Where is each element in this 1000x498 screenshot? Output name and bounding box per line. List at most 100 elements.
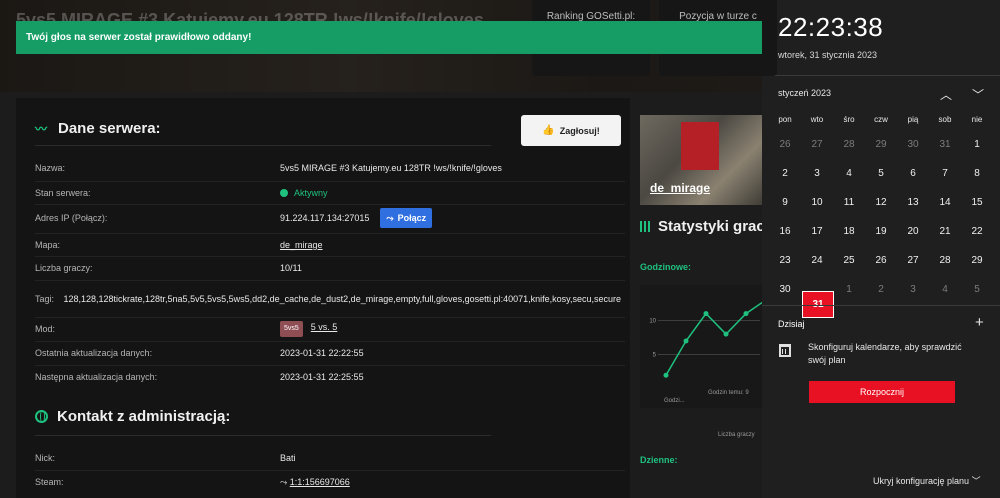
calendar-day[interactable]: 28 [833, 132, 865, 158]
status-value: Aktywny [294, 187, 328, 198]
tags-label: Tagi: [35, 293, 55, 304]
calendar-day[interactable]: 30 [897, 132, 929, 158]
calendar-day[interactable]: 26 [769, 132, 801, 158]
calendar-day[interactable]: 5 [961, 277, 993, 303]
name-value: 5vs5 MIRAGE #3 Katujemy.eu 128TR !ws/!kn… [280, 163, 502, 173]
map-thumbnail-detail [681, 122, 719, 170]
connect-button[interactable]: ⤳ Połącz [380, 208, 433, 228]
add-event-icon[interactable]: + [975, 314, 984, 331]
weekday-header: wto [810, 115, 824, 124]
chevron-up-icon[interactable]: ︿ [940, 86, 952, 103]
calendar-day[interactable]: 6 [897, 161, 929, 187]
calendar-day[interactable]: 22 [961, 219, 993, 245]
steam-label: Steam: [35, 476, 64, 487]
calendar-day[interactable]: 7 [929, 161, 961, 187]
calendar-day[interactable]: 18 [833, 219, 865, 245]
calendar-day[interactable]: 31 [929, 132, 961, 158]
calendar-day[interactable]: 27 [801, 132, 833, 158]
calendar-day[interactable]: 27 [897, 248, 929, 274]
chart-point[interactable] [683, 338, 689, 344]
bar-chart-icon [640, 221, 650, 232]
calendar-day[interactable]: 11 [833, 190, 865, 216]
calendar-day[interactable]: 8 [961, 161, 993, 187]
row-status: Stan serwera: Aktywny [35, 181, 625, 203]
chart-point[interactable] [723, 331, 729, 337]
chevron-down-icon: ﹀ [971, 476, 981, 486]
connect-icon: ⤳ [386, 213, 394, 223]
calendar-day[interactable]: 1 [833, 277, 865, 303]
clock-date[interactable]: wtorek, 31 stycznia 2023 [778, 50, 877, 60]
calendar-day[interactable]: 5 [865, 161, 897, 187]
ip-label: Adres IP (Połącz): [35, 213, 108, 223]
chart-series-line [665, 299, 767, 376]
calendar-flyout: 22:23:38 wtorek, 31 stycznia 2023 stycze… [762, 0, 1000, 498]
steam-link[interactable]: 1:1:156697066 [290, 477, 350, 487]
mod-link[interactable]: 5 vs. 5 [311, 322, 338, 332]
calendar-day[interactable]: 19 [865, 219, 897, 245]
weekday-header: sob [938, 115, 952, 124]
calendar-day[interactable]: 20 [897, 219, 929, 245]
calendar-day[interactable]: 4 [833, 161, 865, 187]
calendar-day[interactable]: 25 [833, 248, 865, 274]
weekday-header: pon [778, 115, 792, 124]
row-nick: Nick: Bati [35, 448, 625, 468]
month-title[interactable]: styczeń 2023 [778, 88, 831, 98]
start-button[interactable]: Rozpocznij [809, 381, 955, 403]
row-players: Liczba graczy: 10/11 [35, 256, 625, 279]
weekday-header: czw [874, 115, 888, 124]
chart-point[interactable] [743, 311, 749, 317]
ranking-label: Ranking GOSetti.pl: [546, 11, 636, 22]
chart-y-tick: 5 [653, 353, 657, 359]
map-name-link[interactable]: de_mirage [650, 181, 710, 195]
calendar-day[interactable]: 2 [865, 277, 897, 303]
row-next-update: Następna aktualizacja danych: 2023-01-31… [35, 365, 625, 388]
status-dot-icon [280, 188, 288, 197]
map-link[interactable]: de_mirage [280, 239, 625, 251]
chart-point[interactable] [663, 372, 669, 378]
calendar-day[interactable]: 12 [865, 190, 897, 216]
row-name: Nazwa: 5vs5 MIRAGE #3 Katujemy.eu 128TR … [35, 158, 625, 178]
calendar-day[interactable]: 30 [769, 277, 801, 303]
calendar-day[interactable]: 3 [801, 161, 833, 187]
steam-icon: ⤳ [280, 476, 290, 487]
chevron-down-icon[interactable]: ﹀ [972, 86, 984, 103]
calendar-day[interactable]: 10 [801, 190, 833, 216]
hide-plan-label: Ukryj konfigurację planu [873, 476, 970, 486]
calendar-day[interactable]: 4 [929, 277, 961, 303]
last-update-value: 2023-01-31 22:22:55 [280, 348, 364, 358]
vote-button[interactable]: 👍 Zagłosuj! [521, 115, 621, 146]
calendar-day[interactable]: 9 [769, 190, 801, 216]
ip-value: 91.224.117.134:27015 [280, 213, 370, 223]
calendar-day[interactable]: 3 [897, 277, 929, 303]
chart-point[interactable] [703, 311, 709, 317]
calendar-day[interactable]: 29 [865, 132, 897, 158]
calendar-day[interactable]: 1 [961, 132, 993, 158]
clock-time: 22:23:38 [778, 12, 884, 42]
calendar-day[interactable]: 17 [801, 219, 833, 245]
calendar-day[interactable]: 15 [961, 190, 993, 216]
calendar-day[interactable]: 16 [769, 219, 801, 245]
next-update-value: 2023-01-31 22:25:55 [280, 372, 364, 382]
row-ip: Adres IP (Połącz): 91.224.117.134:27015 ⤳… [35, 204, 625, 231]
calendar-day[interactable]: 13 [897, 190, 929, 216]
calendar-day[interactable]: 28 [929, 248, 961, 274]
connect-button-label: Połącz [397, 213, 427, 223]
calendar-day[interactable]: 24 [801, 248, 833, 274]
calendar-day[interactable]: 21 [929, 219, 961, 245]
last-update-label: Ostatnia aktualizacja danych: [35, 348, 153, 358]
calendar-day[interactable]: 2 [769, 161, 801, 187]
globe-icon [35, 410, 48, 423]
hourly-chart: 5 10 Godzi... Godzin temu: 9 [640, 285, 769, 408]
stats-title: Statystyki gracz [658, 218, 773, 235]
section-divider [35, 435, 491, 436]
section-divider [35, 145, 491, 146]
tags-value: 128,128,128tickrate,128tr,5na5,5v5,5vs5,… [63, 293, 621, 304]
hide-plan-link[interactable]: Ukryj konfigurację planu ﹀ [873, 474, 981, 487]
calendar-day[interactable]: 26 [865, 248, 897, 274]
calendar-day[interactable]: 23 [769, 248, 801, 274]
chart-y-tick: 10 [649, 318, 656, 324]
calendar-day[interactable]: 14 [929, 190, 961, 216]
row-tags: Tagi: 128,128,128tickrate,128tr,5na5,5v5… [35, 280, 625, 316]
next-update-label: Następna aktualizacja danych: [35, 372, 158, 382]
calendar-day[interactable]: 29 [961, 248, 993, 274]
